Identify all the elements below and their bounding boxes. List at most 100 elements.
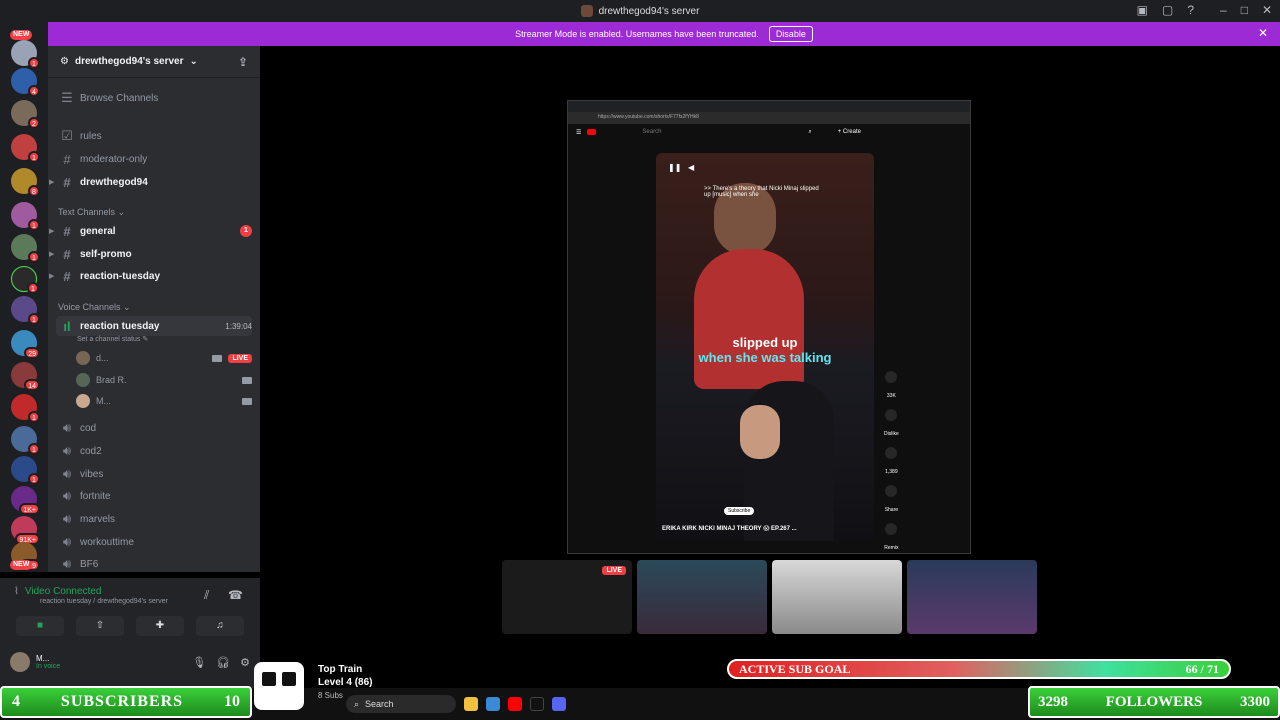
pause-icon[interactable]: ❚❚ (668, 163, 681, 172)
voice-user[interactable]: Brad R. (76, 371, 252, 389)
voice-channel-vibes[interactable]: 🔊︎ vibes (56, 464, 252, 484)
avatar (76, 373, 90, 387)
server-item[interactable]: 1 (11, 134, 40, 163)
server-item[interactable]: 1 (11, 202, 40, 231)
microphone-icon[interactable]: 🎙︎ (192, 656, 206, 669)
channel-reaction-tuesday[interactable]: ▶ # reaction-tuesday (49, 266, 252, 286)
server-item[interactable]: 4 (11, 68, 40, 97)
remix-icon[interactable] (885, 523, 898, 535)
browse-channels[interactable]: ☰ Browse Channels (56, 88, 252, 108)
new-badge: NEW (10, 560, 33, 570)
soundboard-button[interactable]: ♫ (196, 616, 244, 636)
comment-icon[interactable] (885, 447, 898, 459)
create-button[interactable]: + Create (838, 129, 861, 135)
inbox-icon[interactable]: ▢ (1162, 3, 1173, 17)
avatar[interactable] (10, 652, 30, 672)
help-icon[interactable]: ? (1187, 3, 1194, 17)
minimize-icon[interactable]: – (1220, 3, 1227, 17)
followers-goal: 3300 (1240, 693, 1270, 710)
invite-icon[interactable]: ⇪ (238, 55, 248, 69)
voice-channel-fortnite[interactable]: 🔊︎ fortnite (56, 486, 252, 506)
server-item[interactable]: 91K+ (11, 516, 40, 545)
participant-tile[interactable] (907, 560, 1037, 634)
server-item[interactable]: 1 (11, 296, 40, 325)
youtube-logo[interactable] (587, 129, 597, 135)
search-icon[interactable]: ⌕ (808, 129, 811, 136)
speaker-icon: 🔊︎ (62, 466, 72, 481)
server-item[interactable]: 14 (11, 362, 40, 391)
search-field[interactable]: Search (642, 129, 802, 135)
participant-tile-stream[interactable]: LIVE (502, 560, 632, 634)
video-title: ERIKA KIRK NICKI MINAJ THEORY 😱 EP.267 .… (662, 526, 797, 532)
server-item[interactable]: 1 (11, 394, 40, 423)
server-item[interactable]: 29 (11, 330, 40, 359)
voice-channel-workouttime[interactable]: 🔊︎ workouttime (56, 532, 252, 552)
camera-button[interactable]: ■ (16, 616, 64, 636)
maximize-icon[interactable]: □ (1241, 3, 1248, 17)
headphones-icon[interactable]: 🎧︎ (216, 656, 230, 669)
server-item[interactable]: 1 (11, 456, 40, 485)
video-person-2-face (740, 405, 780, 459)
tiktok-icon[interactable] (530, 697, 544, 711)
participant-tile[interactable] (637, 560, 767, 634)
menu-icon[interactable]: ☰ (576, 129, 581, 136)
hash-icon: # (63, 246, 71, 262)
server-rail: NEW 1 4 2 1 8 1 1 1 1 29 14 1 1 1 1K+ 91… (0, 22, 48, 572)
server-item[interactable]: 2 (11, 100, 40, 129)
voice-channel-cod[interactable]: 🔊︎ cod (56, 418, 252, 438)
subscribe-button[interactable]: Subscribe (724, 507, 755, 515)
edge-icon[interactable] (486, 697, 500, 711)
server-item[interactable]: 8 (11, 168, 40, 197)
hash-icon: # (63, 223, 71, 239)
volume-icon[interactable]: ◀ (688, 163, 694, 172)
screenshare-button[interactable]: ⇧ (76, 616, 124, 636)
disconnect-icon[interactable]: ☎ (228, 588, 243, 602)
settings-icon[interactable]: ⚙ (240, 656, 250, 669)
voice-user[interactable]: d... LIVE (76, 349, 252, 367)
server-name: drewthegod94's server (74, 56, 184, 67)
video-caption-line1: slipped up (732, 335, 798, 350)
list-icon: ☰ (61, 90, 73, 105)
channel-general[interactable]: ▶ # general 1 (49, 221, 252, 241)
channel-drewthegod94[interactable]: ▶ # drewthegod94 (49, 172, 252, 192)
discord-icon[interactable] (552, 697, 566, 711)
window-title-text: drewthegod94's server (598, 5, 700, 17)
user-panel: M... In voice 🎙︎ 🎧︎ ⚙ (10, 650, 250, 674)
banner-close-icon[interactable]: ✕ (1258, 26, 1268, 40)
voice-channel-cod2[interactable]: 🔊︎ cod2 (56, 441, 252, 461)
channel-rules[interactable]: ☑ rules (56, 126, 252, 146)
taskbar-search[interactable]: ⌕ Search (346, 695, 456, 713)
category-voice-channels[interactable]: Voice Channels ⌄ (58, 302, 131, 313)
voice-channel-marvels[interactable]: 🔊︎ marvels (56, 509, 252, 529)
category-text-channels[interactable]: Text Channels ⌄ (58, 207, 125, 218)
activities-button[interactable]: ✚ (136, 616, 184, 636)
close-icon[interactable]: ✕ (1262, 3, 1272, 17)
channel-moderator-only[interactable]: # moderator-only (56, 149, 252, 169)
voice-channel-bf6[interactable]: 🔊︎ BF6 (56, 554, 252, 574)
server-item[interactable]: 1 (11, 266, 39, 294)
short-video[interactable]: >> There's a theory that Nicki Minaj sli… (656, 153, 874, 541)
disable-button[interactable]: Disable (768, 26, 813, 42)
channel-status[interactable]: Set a channel status ✎ (77, 335, 148, 343)
server-item[interactable]: 1 (11, 426, 40, 455)
live-badge: LIVE (602, 566, 626, 575)
noise-suppression-icon[interactable]: ⫽ (204, 588, 209, 603)
file-explorer-icon[interactable] (464, 697, 478, 711)
youtube-icon[interactable] (508, 697, 522, 711)
browser-tabs[interactable] (568, 101, 970, 112)
voice-user[interactable]: M... (76, 392, 252, 410)
server-item[interactable]: 1K+ (11, 486, 40, 515)
followers-counter: 3298 FOLLOWERS 3300 (1028, 686, 1280, 718)
voice-channel-reaction-tuesday[interactable]: ıl reaction tuesday 1:39:04 (56, 316, 252, 336)
server-item[interactable]: 1 (11, 40, 40, 69)
dislike-icon[interactable] (885, 409, 898, 421)
participant-tile[interactable] (772, 560, 902, 634)
like-icon[interactable] (885, 371, 898, 383)
channel-self-promo[interactable]: ▶ # self-promo (49, 244, 252, 264)
share-icon[interactable] (885, 485, 898, 497)
avatar (76, 351, 90, 365)
server-item[interactable]: 1 (11, 234, 40, 263)
server-header[interactable]: ⚙ drewthegod94's server ⌄ ⇪ (48, 46, 260, 78)
streamer-icon[interactable]: ▣ (1137, 3, 1148, 17)
address-bar[interactable]: https://www.youtube.com/shorts/F77fs2fYH… (568, 112, 970, 124)
